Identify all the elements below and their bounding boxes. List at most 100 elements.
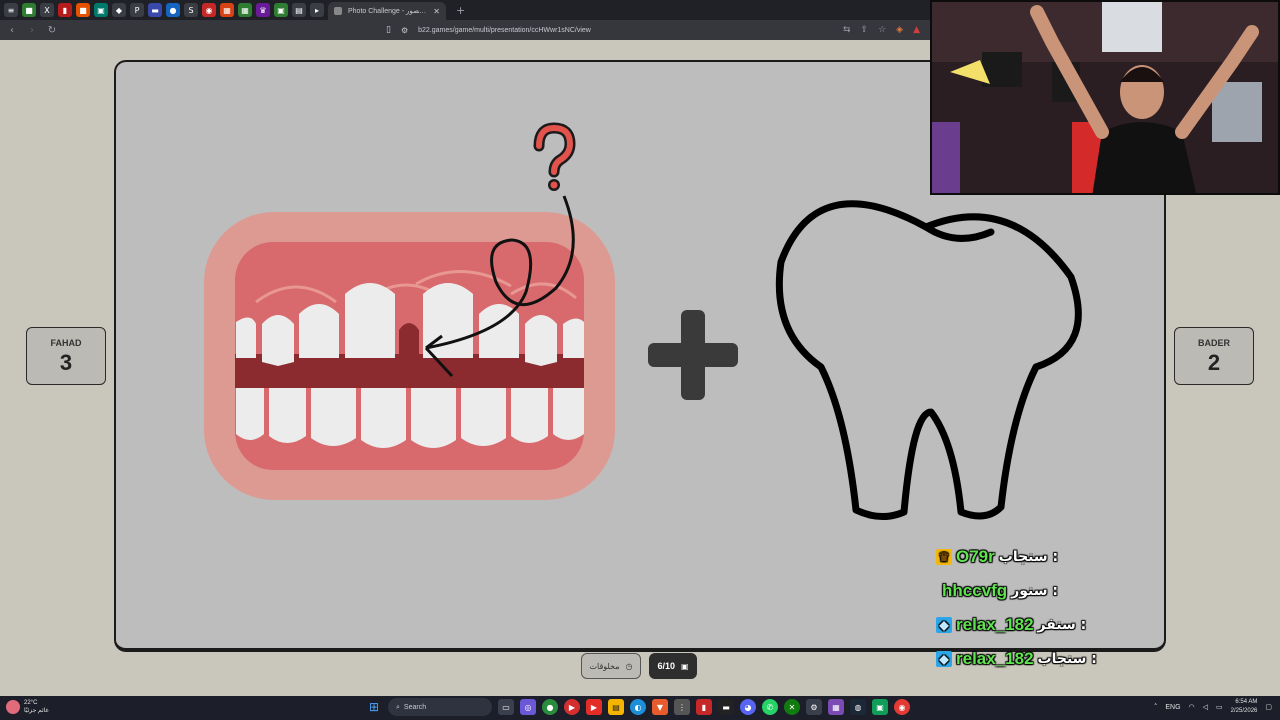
tab-favicon[interactable]: ■ [22,3,36,17]
back-icon[interactable]: ‹ [6,25,18,36]
xbox-icon[interactable]: ✕ [784,699,800,715]
wifi-icon[interactable]: ◠ [1189,703,1195,711]
tab-active[interactable]: Photo Challenge - تحدي الصور ✕ [328,2,446,20]
chat-text: سنجاب : [1037,651,1097,667]
player-score: 2 [1207,350,1221,375]
search-icon: ⌕ [396,702,400,711]
tab-favicon[interactable]: ▬ [148,3,162,17]
doc-icon[interactable]: ▤ [292,3,306,17]
webcam-feed [932,2,1278,193]
weather-widget[interactable]: 22°C غائم جزئيًا [6,699,49,715]
weather-desc: غائم جزئيًا [24,708,49,714]
category-label: مخلوقات [589,661,620,671]
chevron-up-icon[interactable]: ˄ [1154,703,1158,711]
star-icon[interactable]: ☆ [878,25,886,35]
youtube-icon[interactable]: ▶ [586,699,602,715]
new-tab-icon[interactable]: + [456,4,465,17]
shield-icon[interactable]: ◈ [896,25,903,35]
app-icon[interactable]: ⋮ [674,699,690,715]
tab-favicon[interactable]: ▸ [310,3,324,17]
clock-date: 2/25/2026 [1230,708,1258,714]
player-name: BADER [1197,338,1230,348]
diamond-icon[interactable]: ◆ [112,3,126,17]
language-indicator[interactable]: ENG [1165,704,1180,711]
chrome-icon[interactable]: ● [542,699,558,715]
weather-temp: 22°C [24,700,38,706]
chat-username: O79r [956,547,995,566]
weather-icon [6,700,20,714]
copilot-icon[interactable]: ◎ [520,699,536,715]
player-score: 3 [59,350,73,375]
app-icon[interactable]: ▦ [828,699,844,715]
media-icon[interactable]: ▶ [564,699,580,715]
tab-favicon[interactable]: ▣ [94,3,108,17]
task-view-icon[interactable]: ▭ [498,699,514,715]
notification-icon[interactable]: ▢ [1265,703,1272,711]
app-icon[interactable]: ▮ [696,699,712,715]
steam-icon[interactable]: ◍ [850,699,866,715]
tab-favicon[interactable]: ▦ [238,3,252,17]
share-icon[interactable]: ⇪ [861,25,869,35]
bookmark-icon[interactable]: ▯ [386,25,391,35]
taskbar: 22°C غائم جزئيًا ⊞ ⌕ Search ▭ ◎ ● ▶ ▶ ▤ … [0,696,1280,720]
chat-message: hhccvfg سنور : [936,574,1156,608]
tab-favicon[interactable]: ▦ [220,3,234,17]
whatsapp-icon[interactable]: ✆ [762,699,778,715]
chat-text: سنفر : [1037,617,1087,633]
tab-favicon[interactable]: S [184,3,198,17]
tab-favicon[interactable]: ■ [76,3,90,17]
reload-icon[interactable]: ↻ [46,25,58,36]
translate-icon[interactable]: ⇆ [843,25,851,35]
chat-text: سنجاب : [998,549,1059,565]
brave-icon[interactable]: ▼ [652,699,668,715]
chat-message: ♛ O79r سنجاب : [936,540,1156,574]
discord-icon[interactable]: ◕ [740,699,756,715]
site-info-icon[interactable]: ⚙ [401,26,408,35]
close-icon[interactable]: ✕ [433,7,440,16]
app-icon[interactable]: ▣ [872,699,888,715]
mouth-gap-picture [204,122,615,500]
tooth-picture [775,200,1082,520]
category-button[interactable]: مخلوقات ◷ [581,653,641,679]
player-score-right: BADER 2 [1174,327,1254,385]
question-mark-icon [533,122,576,191]
address-actions: ⇆ ⇪ ☆ ◈ ▲ [843,25,920,35]
settings-icon[interactable]: ⚙ [806,699,822,715]
battery-icon[interactable]: ▭ [1216,703,1223,711]
forward-icon[interactable]: › [26,25,38,36]
explorer-icon[interactable]: ▤ [608,699,624,715]
rewards-icon[interactable]: ▲ [913,25,920,35]
crown-icon: ♛ [936,549,952,565]
crown-icon[interactable]: ♛ [256,3,270,17]
chat-username: hhccvfg [942,581,1008,600]
app-icon[interactable]: ▬ [718,699,734,715]
x-icon[interactable]: X [40,3,54,17]
plus-icon [648,310,738,400]
globe-icon[interactable]: ● [166,3,180,17]
menu-icon[interactable]: ≡ [4,3,18,17]
chat-text: سنور : [1011,583,1058,599]
search-placeholder: Search [403,703,427,711]
cube-icon: ◆ [936,651,952,667]
chat-username: relax_182 [956,615,1034,634]
chat-overlay: ♛ O79r سنجاب : hhccvfg سنور : ◆ relax_18… [936,540,1156,676]
app-icon[interactable]: ◉ [894,699,910,715]
eye-icon[interactable]: ◉ [202,3,216,17]
system-tray: ˄ ENG ◠ ◁ ▭ 6:54 AM 2/25/2026 ▢ [1154,698,1272,716]
streamer-webcam [930,0,1280,195]
windows-start-icon[interactable]: ⊞ [366,699,382,715]
edge-icon[interactable]: ◐ [630,699,646,715]
progress-button[interactable]: 6/10 ▣ [649,653,697,679]
url-field[interactable]: ▯ ⚙ b22.games/game/multi/presentation/cc… [386,25,591,35]
player-score-left: FAHAD 3 [26,327,106,385]
volume-icon[interactable]: ◁ [1203,703,1208,711]
clock-time: 6:54 AM [1235,699,1258,705]
taskbar-search[interactable]: ⌕ Search [388,698,492,716]
tab-favicon[interactable]: P [130,3,144,17]
taskbar-clock[interactable]: 6:54 AM 2/25/2026 [1231,698,1258,716]
player-name: FAHAD [50,338,82,348]
chat-message: ◆ relax_182 سنفر : [936,608,1156,642]
tab-favicon-icon [334,7,342,15]
tab-favicon[interactable]: ▮ [58,3,72,17]
tab-favicon[interactable]: ▣ [274,3,288,17]
